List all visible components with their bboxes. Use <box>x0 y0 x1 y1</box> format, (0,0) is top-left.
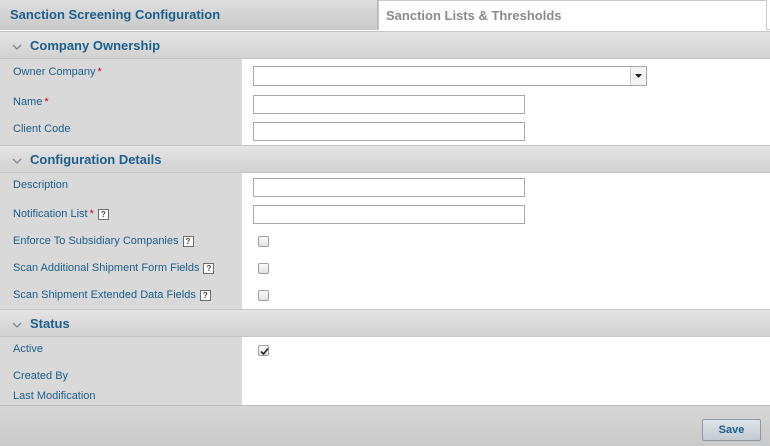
client-code-input[interactable] <box>253 122 525 141</box>
help-icon[interactable]: ? <box>199 289 211 301</box>
owner-company-label: Owner Company * <box>13 66 102 78</box>
section-header-status[interactable]: Status <box>0 309 770 337</box>
active-checkbox[interactable] <box>258 345 269 356</box>
required-marker: * <box>89 208 94 220</box>
select-dropdown-button[interactable] <box>630 67 646 85</box>
chevron-down-icon <box>12 310 22 338</box>
scan-additional-fields-checkbox[interactable] <box>258 263 269 274</box>
description-label: Description <box>13 179 69 191</box>
name-label: Name * <box>13 96 49 108</box>
section-title: Status <box>30 316 70 331</box>
description-input[interactable] <box>253 178 525 197</box>
created-by-label: Created By <box>13 370 69 382</box>
tab-bar: Sanction Screening Configuration Sanctio… <box>0 0 770 30</box>
section-title: Company Ownership <box>30 38 161 53</box>
chevron-down-icon <box>12 32 22 60</box>
field-column-status <box>242 337 770 405</box>
section-title: Configuration Details <box>30 152 162 167</box>
chevron-down-icon <box>12 146 22 174</box>
section-header-company-ownership[interactable]: Company Ownership <box>0 31 770 59</box>
tab-sanction-screening-configuration[interactable]: Sanction Screening Configuration <box>0 0 378 30</box>
scan-extended-data-label: Scan Shipment Extended Data Fields? <box>13 289 211 301</box>
help-icon[interactable]: ? <box>182 235 194 247</box>
active-label: Active <box>13 343 43 355</box>
tab-sanction-lists-thresholds[interactable]: Sanction Lists & Thresholds <box>378 0 767 30</box>
owner-company-select[interactable] <box>253 66 647 86</box>
client-code-label: Client Code <box>13 123 71 135</box>
required-marker: * <box>44 96 49 108</box>
scan-extended-data-checkbox[interactable] <box>258 290 269 301</box>
help-icon[interactable]: ? <box>203 262 215 274</box>
footer-bar: Save <box>0 405 770 446</box>
last-modification-label: Last Modification <box>13 390 96 402</box>
save-button[interactable]: Save <box>702 419 761 441</box>
section-header-configuration-details[interactable]: Configuration Details <box>0 145 770 173</box>
enforce-subsidiary-label: Enforce To Subsidiary Companies? <box>13 235 194 247</box>
required-marker: * <box>97 66 102 78</box>
name-input[interactable] <box>253 95 525 114</box>
notification-list-label: Notification List *? <box>13 208 109 220</box>
notification-list-input[interactable] <box>253 205 525 224</box>
help-icon[interactable]: ? <box>97 208 109 220</box>
scan-additional-fields-label: Scan Additional Shipment Form Fields? <box>13 262 215 274</box>
enforce-subsidiary-checkbox[interactable] <box>258 236 269 247</box>
